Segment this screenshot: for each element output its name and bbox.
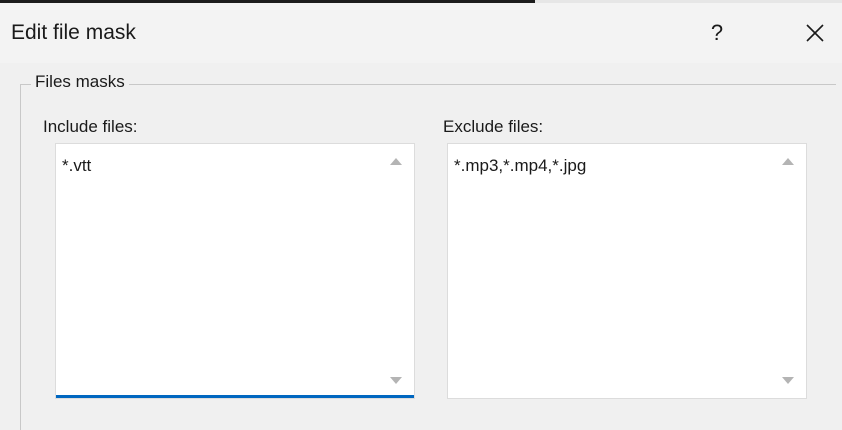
files-masks-group-label: Files masks	[31, 72, 129, 92]
title-bar: Edit file mask ?	[0, 3, 842, 63]
include-files-input[interactable]: *.vtt	[55, 143, 415, 399]
include-files-value: *.vtt	[62, 156, 92, 175]
help-button[interactable]: ?	[697, 13, 737, 53]
edit-file-mask-dialog: Edit file mask ? Files masks Include fil…	[0, 0, 842, 430]
exclude-files-value: *.mp3,*.mp4,*.jpg	[454, 156, 587, 175]
close-button[interactable]	[795, 13, 835, 53]
include-scroll-up-icon[interactable]	[390, 158, 402, 165]
exclude-scroll-down-icon[interactable]	[782, 377, 794, 384]
exclude-scroll-up-icon[interactable]	[782, 158, 794, 165]
dialog-title: Edit file mask	[11, 21, 136, 44]
exclude-files-input[interactable]: *.mp3,*.mp4,*.jpg	[447, 143, 807, 399]
close-icon	[806, 24, 824, 42]
include-scroll-down-icon[interactable]	[390, 377, 402, 384]
include-files-label: Include files:	[43, 117, 138, 136]
exclude-files-label: Exclude files:	[443, 117, 544, 136]
include-focus-underline	[56, 395, 414, 398]
